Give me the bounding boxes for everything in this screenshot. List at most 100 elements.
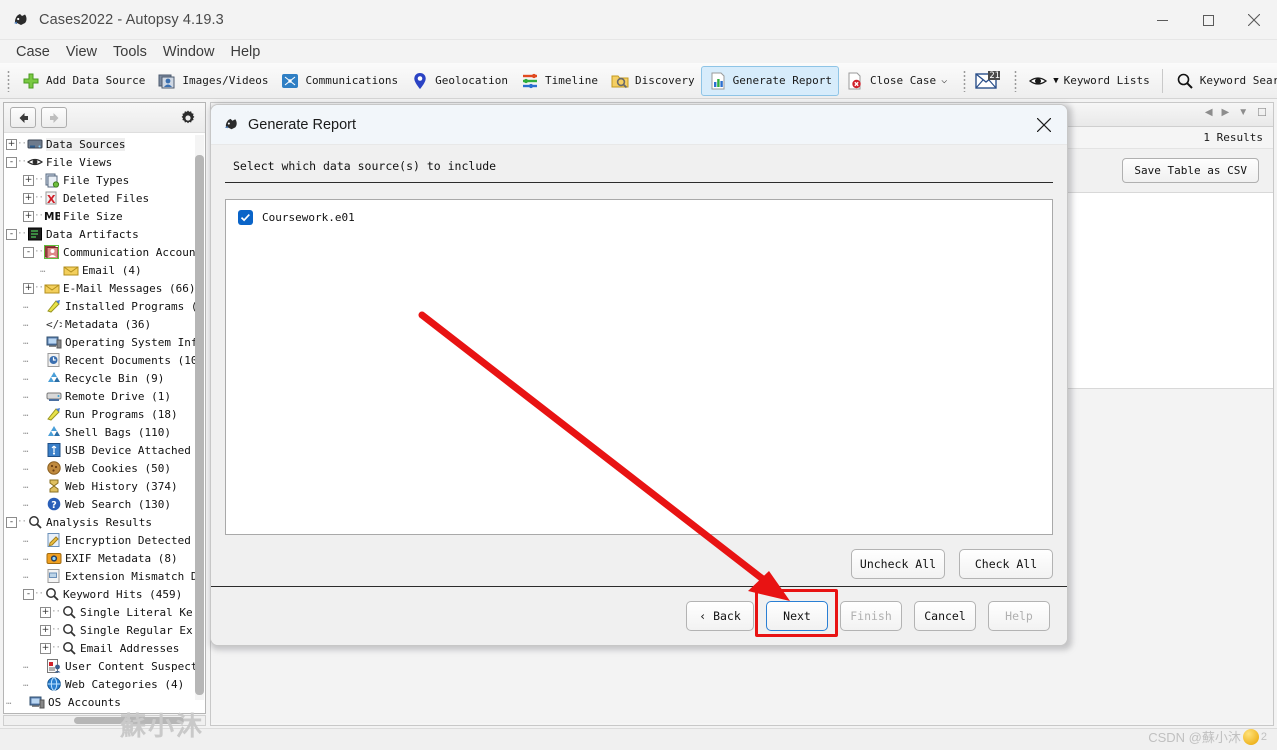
chevron-down-icon[interactable]: ⌵ — [941, 75, 947, 86]
forward-arrow-icon[interactable] — [41, 107, 67, 128]
tree-node[interactable]: … </>Metadata (36) — [4, 315, 205, 333]
toolbar-discovery[interactable]: Discovery — [604, 66, 701, 96]
tree-node[interactable]: + ·· Single Literal Ke — [4, 603, 205, 621]
toolbar-mail[interactable]: 21 — [971, 66, 1007, 96]
recycle-icon — [46, 424, 62, 440]
toolbar-add-data-source[interactable]: Add Data Source — [15, 66, 151, 96]
maximize-button[interactable] — [1185, 0, 1231, 40]
tree-node[interactable]: + ·· E-Mail Messages (66) — [4, 279, 205, 297]
directory-tree[interactable]: + ·· Data Sources - ·· File Views + ·· File Type… — [4, 133, 205, 713]
tree-node[interactable]: … Remote Drive (1) — [4, 387, 205, 405]
tree-node[interactable]: … Installed Programs ( — [4, 297, 205, 315]
minimize-button[interactable] — [1139, 0, 1185, 40]
toolbar-generate-report[interactable]: Generate Report — [700, 65, 839, 96]
tree-node[interactable]: … Shell Bags (110) — [4, 423, 205, 441]
tree-node[interactable]: + ·· File Types — [4, 171, 205, 189]
tree-connector: ·· — [34, 211, 44, 221]
toolbar-geolocation[interactable]: Geolocation — [404, 66, 514, 96]
cancel-button[interactable]: Cancel — [914, 601, 976, 631]
finish-button[interactable]: Finish — [840, 601, 902, 631]
toolbar-keyword-lists[interactable]: ▼ Keyword Lists — [1022, 66, 1156, 96]
close-button[interactable] — [1231, 0, 1277, 40]
tree-node-label: EXIF Metadata (8) — [65, 551, 178, 565]
collapse-icon[interactable]: - — [6, 228, 17, 240]
expand-icon[interactable]: + — [23, 210, 34, 222]
save-table-csv-button[interactable]: Save Table as CSV — [1122, 158, 1259, 183]
expand-icon[interactable]: + — [40, 606, 51, 618]
tree-node[interactable]: … Recent Documents (10 — [4, 351, 205, 369]
expand-icon[interactable]: + — [23, 192, 34, 204]
tree-vertical-scrollbar[interactable] — [195, 135, 204, 700]
menu-help[interactable]: Help — [222, 43, 268, 61]
gear-icon[interactable] — [177, 107, 199, 129]
tree-node[interactable]: … Web Categories (4) — [4, 675, 205, 693]
help-button[interactable]: Help — [988, 601, 1050, 631]
tree-node-label: Email (4) — [82, 263, 142, 277]
tree-node[interactable]: … Email (4) — [4, 261, 205, 279]
toolbar-close-case[interactable]: Close Case ⌵ — [839, 66, 953, 96]
tree-node[interactable]: + ·· Email Addresses — [4, 639, 205, 657]
tree-node[interactable]: … Encryption Detected — [4, 531, 205, 549]
tree-node[interactable]: - ·· Keyword Hits (459) — [4, 585, 205, 603]
toolbar-grip[interactable] — [7, 69, 10, 92]
next-button[interactable]: Next — [766, 601, 828, 631]
toolbar-timeline[interactable]: Timeline — [514, 66, 604, 96]
dropdown-icon[interactable]: ▼ — [1238, 107, 1248, 118]
back-arrow-icon[interactable] — [10, 107, 36, 128]
tree-node[interactable]: … Recycle Bin (9) — [4, 369, 205, 387]
expand-icon[interactable]: + — [23, 174, 34, 186]
chevron-down-icon[interactable]: ▼ — [1053, 76, 1058, 86]
tree-node[interactable]: + ·· Data Sources — [4, 135, 205, 153]
tree-node[interactable]: - ·· Data Artifacts — [4, 225, 205, 243]
tree-node[interactable]: … Extension Mismatch D — [4, 567, 205, 585]
tree-node[interactable]: … Web History (374) — [4, 477, 205, 495]
watermark-badge-icon — [1242, 728, 1259, 745]
tree-vertical-thumb[interactable] — [195, 155, 204, 695]
collapse-icon[interactable]: - — [6, 516, 17, 528]
tree-node[interactable]: + ·· X Deleted Files — [4, 189, 205, 207]
uncheck-all-button[interactable]: Uncheck All — [851, 549, 945, 579]
toolbar-grip-2[interactable] — [963, 69, 967, 92]
tree-connector: … — [23, 535, 29, 545]
menu-case[interactable]: Case — [8, 43, 58, 61]
menu-window[interactable]: Window — [155, 43, 223, 61]
tree-node[interactable]: … Web Cookies (50) — [4, 459, 205, 477]
toolbar-keyword-search[interactable]: Keyword Search — [1169, 66, 1277, 96]
tree-node[interactable]: … Run Programs (18) — [4, 405, 205, 423]
toolbar-images-videos[interactable]: Images/Videos — [151, 66, 274, 96]
expand-icon[interactable]: + — [40, 642, 51, 654]
tree-connector: … — [23, 427, 29, 437]
tree-node[interactable]: - ·· Analysis Results — [4, 513, 205, 531]
next-arrow-icon[interactable]: ▶ — [1222, 107, 1230, 118]
tree-node[interactable]: …? Web Search (130) — [4, 495, 205, 513]
tree-node[interactable]: … User Content Suspect — [4, 657, 205, 675]
back-button[interactable]: ‹ Back — [686, 601, 754, 631]
expand-icon[interactable]: + — [6, 138, 17, 150]
tree-node[interactable]: - ·· Communication Accoun — [4, 243, 205, 261]
tree-connector: ·· — [17, 157, 27, 167]
prev-arrow-icon[interactable]: ◀ — [1205, 107, 1213, 118]
check-all-button[interactable]: Check All — [959, 549, 1053, 579]
toolbar-separator — [1161, 68, 1163, 93]
toolbar-grip-3[interactable] — [1014, 69, 1018, 92]
maximize-icon[interactable]: ☐ — [1257, 106, 1267, 119]
expand-icon[interactable]: + — [23, 282, 34, 294]
tree-node[interactable]: + ·· Single Regular Ex — [4, 621, 205, 639]
data-source-checkbox[interactable] — [238, 210, 253, 225]
expand-icon[interactable]: + — [40, 624, 51, 636]
menu-view[interactable]: View — [58, 43, 105, 61]
svg-text:MB: MB — [44, 211, 60, 223]
data-source-list[interactable]: Coursework.e01 — [225, 199, 1053, 535]
tree-node[interactable]: + ·· MB File Size — [4, 207, 205, 225]
tree-node[interactable]: … EXIF Metadata (8) — [4, 549, 205, 567]
list-item[interactable]: Coursework.e01 — [238, 210, 1040, 225]
menu-tools[interactable]: Tools — [105, 43, 155, 61]
collapse-icon[interactable]: - — [23, 246, 34, 258]
tree-node[interactable]: - ·· File Views — [4, 153, 205, 171]
toolbar-communications[interactable]: Communications — [274, 66, 404, 96]
collapse-icon[interactable]: - — [6, 156, 17, 168]
tree-node[interactable]: … USB Device Attached — [4, 441, 205, 459]
dialog-close-button[interactable] — [1021, 105, 1067, 145]
tree-node[interactable]: … Operating System Inf — [4, 333, 205, 351]
collapse-icon[interactable]: - — [23, 588, 34, 600]
